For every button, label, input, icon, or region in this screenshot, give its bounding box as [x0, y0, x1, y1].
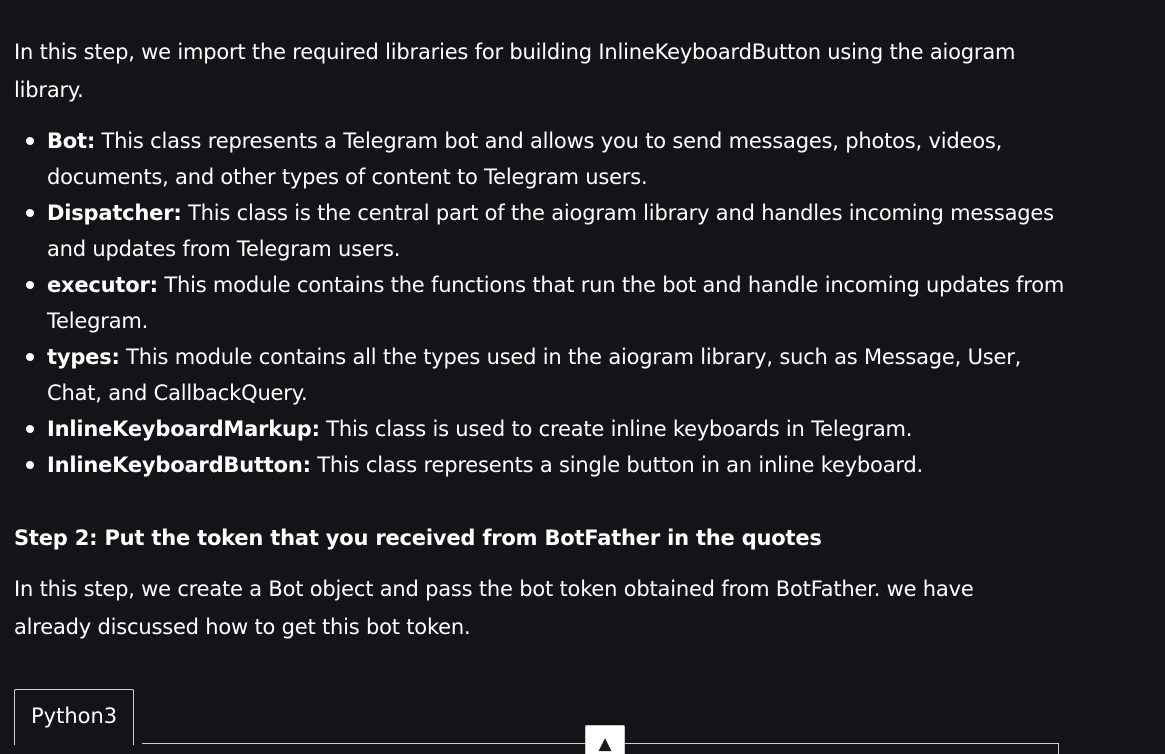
library-description: This class represents a single button in… — [310, 453, 924, 477]
list-item: executor: This module contains the funct… — [0, 267, 1080, 339]
step2-heading: Step 2: Put the token that you received … — [14, 526, 822, 550]
library-name: types: — [47, 345, 120, 369]
bullet-dot — [26, 281, 34, 289]
list-item: InlineKeyboardMarkup: This class is used… — [0, 411, 1080, 447]
bullet-dot — [26, 353, 34, 361]
list-item: Bot: This class represents a Telegram bo… — [0, 123, 1080, 195]
list-item: Dispatcher: This class is the central pa… — [0, 195, 1080, 267]
library-description: This class is the central part of the ai… — [47, 201, 1054, 261]
library-description: This class represents a Telegram bot and… — [47, 129, 1003, 189]
library-description: This module contains all the types used … — [47, 345, 1022, 405]
bullet-dot — [26, 137, 34, 145]
list-item: types: This module contains all the type… — [0, 339, 1080, 411]
scroll-to-top-button[interactable]: ▲ — [585, 725, 625, 754]
library-name: Bot: — [47, 129, 96, 153]
bullet-dot — [26, 461, 34, 469]
tab-python3[interactable]: Python3 — [14, 689, 135, 745]
library-description: This class is used to create inline keyb… — [319, 417, 913, 441]
bullet-dot — [26, 209, 34, 217]
article-content: In this step, we import the required lib… — [0, 0, 1165, 754]
code-language-tabs: Python3 — [14, 689, 135, 745]
step2-paragraph: In this step, we create a Bot object and… — [14, 577, 974, 639]
library-name: InlineKeyboardButton: — [47, 453, 311, 477]
library-name: Dispatcher: — [47, 201, 182, 225]
libraries-list: Bot: This class represents a Telegram bo… — [0, 123, 1080, 483]
list-item: InlineKeyboardButton: This class represe… — [0, 447, 1080, 483]
library-description: This module contains the functions that … — [47, 273, 1065, 333]
bullet-dot — [26, 425, 34, 433]
arrow-up-icon: ▲ — [598, 734, 612, 754]
library-name: executor: — [47, 273, 158, 297]
intro-paragraph: In this step, we import the required lib… — [14, 40, 1016, 102]
library-name: InlineKeyboardMarkup: — [47, 417, 320, 441]
